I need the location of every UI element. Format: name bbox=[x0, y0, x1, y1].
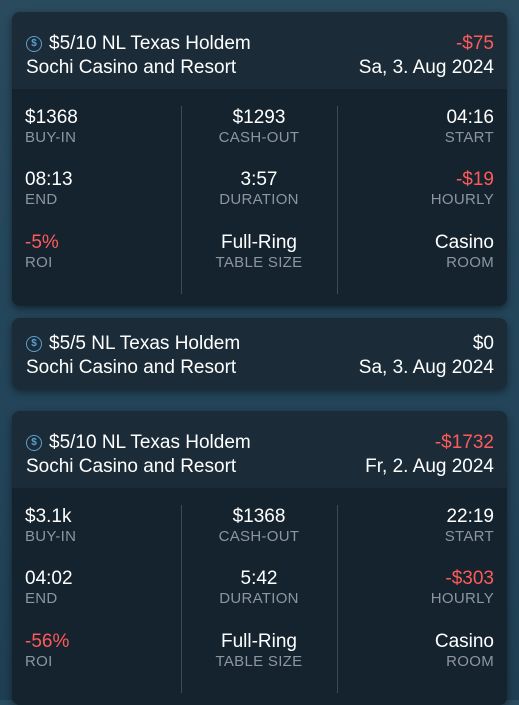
stat-value: 04:16 bbox=[446, 107, 494, 128]
session-result: $0 bbox=[472, 333, 494, 354]
stat-value: -$19 bbox=[455, 169, 494, 190]
stat-room: Casino ROOM bbox=[354, 631, 494, 671]
stat-value: 22:19 bbox=[446, 506, 494, 527]
stat-label: TABLE SIZE bbox=[215, 254, 303, 271]
stat-start: 22:19 START bbox=[354, 506, 494, 546]
game-title: $5/10 NL Texas Holdem bbox=[49, 33, 251, 54]
stat-value: 3:57 bbox=[240, 169, 278, 190]
stat-label: DURATION bbox=[219, 590, 299, 607]
session-card[interactable]: $ $5/5 NL Texas Holdem $0 Sochi Casino a… bbox=[12, 318, 507, 389]
stat-label: CASH-OUT bbox=[218, 129, 300, 146]
stat-value: -5% bbox=[25, 232, 59, 253]
session-card[interactable]: $ $5/10 NL Texas Holdem -$1732 Sochi Cas… bbox=[12, 411, 507, 705]
game-title: $5/5 NL Texas Holdem bbox=[49, 333, 241, 354]
stat-cash-out: $1293 CASH-OUT bbox=[189, 107, 329, 147]
stat-label: ROOM bbox=[446, 254, 494, 271]
stat-label: ROI bbox=[25, 653, 53, 670]
stat-value: $1293 bbox=[232, 107, 286, 128]
session-card-header[interactable]: $ $5/10 NL Texas Holdem -$1732 Sochi Cas… bbox=[12, 411, 507, 488]
stat-value: Full-Ring bbox=[220, 631, 298, 652]
stat-roi: -56% ROI bbox=[25, 631, 165, 671]
stat-label: CASH-OUT bbox=[218, 528, 300, 545]
divider bbox=[181, 106, 182, 294]
stat-label: BUY-IN bbox=[25, 129, 77, 146]
stat-label: HOURLY bbox=[430, 590, 494, 607]
stat-label: END bbox=[25, 590, 58, 607]
stat-end: 08:13 END bbox=[25, 169, 165, 209]
stat-label: BUY-IN bbox=[25, 528, 77, 545]
stat-label: START bbox=[444, 528, 494, 545]
session-result: -$1732 bbox=[434, 432, 494, 453]
session-result: -$75 bbox=[455, 33, 494, 54]
stat-label: START bbox=[444, 129, 494, 146]
divider bbox=[337, 505, 338, 693]
session-date: Fr, 2. Aug 2024 bbox=[365, 456, 494, 477]
stat-value: -56% bbox=[25, 631, 70, 652]
venue-name: Sochi Casino and Resort bbox=[26, 57, 237, 78]
stat-hourly: -$303 HOURLY bbox=[354, 568, 494, 608]
stat-value: $3.1k bbox=[25, 506, 72, 527]
stat-value: $1368 bbox=[25, 107, 78, 128]
stat-buy-in: $3.1k BUY-IN bbox=[25, 506, 165, 546]
stat-value: $1368 bbox=[232, 506, 286, 527]
stat-end: 04:02 END bbox=[25, 568, 165, 608]
stat-label: HOURLY bbox=[430, 191, 494, 208]
stat-label: DURATION bbox=[219, 191, 299, 208]
stat-buy-in: $1368 BUY-IN bbox=[25, 107, 165, 147]
session-card-header[interactable]: $ $5/5 NL Texas Holdem $0 Sochi Casino a… bbox=[12, 318, 507, 389]
session-card[interactable]: $ $5/10 NL Texas Holdem -$75 Sochi Casin… bbox=[12, 12, 507, 306]
stat-cash-out: $1368 CASH-OUT bbox=[189, 506, 329, 546]
stat-value: Casino bbox=[434, 631, 494, 652]
stat-roi: -5% ROI bbox=[25, 232, 165, 272]
stat-duration: 5:42 DURATION bbox=[189, 568, 329, 608]
stat-table-size: Full-Ring TABLE SIZE bbox=[189, 232, 329, 272]
stat-value: Casino bbox=[434, 232, 494, 253]
stat-value: 04:02 bbox=[25, 568, 73, 589]
dollar-coin-icon: $ bbox=[26, 36, 42, 52]
session-stats: $3.1k BUY-IN $1368 CASH-OUT 22:19 START … bbox=[12, 488, 507, 705]
stat-table-size: Full-Ring TABLE SIZE bbox=[189, 631, 329, 671]
session-date: Sa, 3. Aug 2024 bbox=[358, 57, 494, 78]
session-stats: $1368 BUY-IN $1293 CASH-OUT 04:16 START … bbox=[12, 89, 507, 306]
stat-duration: 3:57 DURATION bbox=[189, 169, 329, 209]
stat-value: 08:13 bbox=[25, 169, 73, 190]
stat-label: ROOM bbox=[446, 653, 494, 670]
dollar-coin-icon: $ bbox=[26, 435, 42, 451]
divider bbox=[337, 106, 338, 294]
session-date: Sa, 3. Aug 2024 bbox=[358, 357, 494, 378]
game-title: $5/10 NL Texas Holdem bbox=[49, 432, 251, 453]
venue-name: Sochi Casino and Resort bbox=[26, 456, 237, 477]
stat-label: END bbox=[25, 191, 58, 208]
session-card-header[interactable]: $ $5/10 NL Texas Holdem -$75 Sochi Casin… bbox=[12, 12, 507, 89]
stat-hourly: -$19 HOURLY bbox=[354, 169, 494, 209]
stat-value: 5:42 bbox=[240, 568, 278, 589]
divider bbox=[181, 505, 182, 693]
dollar-coin-icon: $ bbox=[26, 336, 42, 352]
stat-value: Full-Ring bbox=[220, 232, 298, 253]
stat-label: TABLE SIZE bbox=[215, 653, 303, 670]
stat-value: -$303 bbox=[445, 568, 494, 589]
venue-name: Sochi Casino and Resort bbox=[26, 357, 237, 378]
stat-label: ROI bbox=[25, 254, 53, 271]
stat-room: Casino ROOM bbox=[354, 232, 494, 272]
stat-start: 04:16 START bbox=[354, 107, 494, 147]
